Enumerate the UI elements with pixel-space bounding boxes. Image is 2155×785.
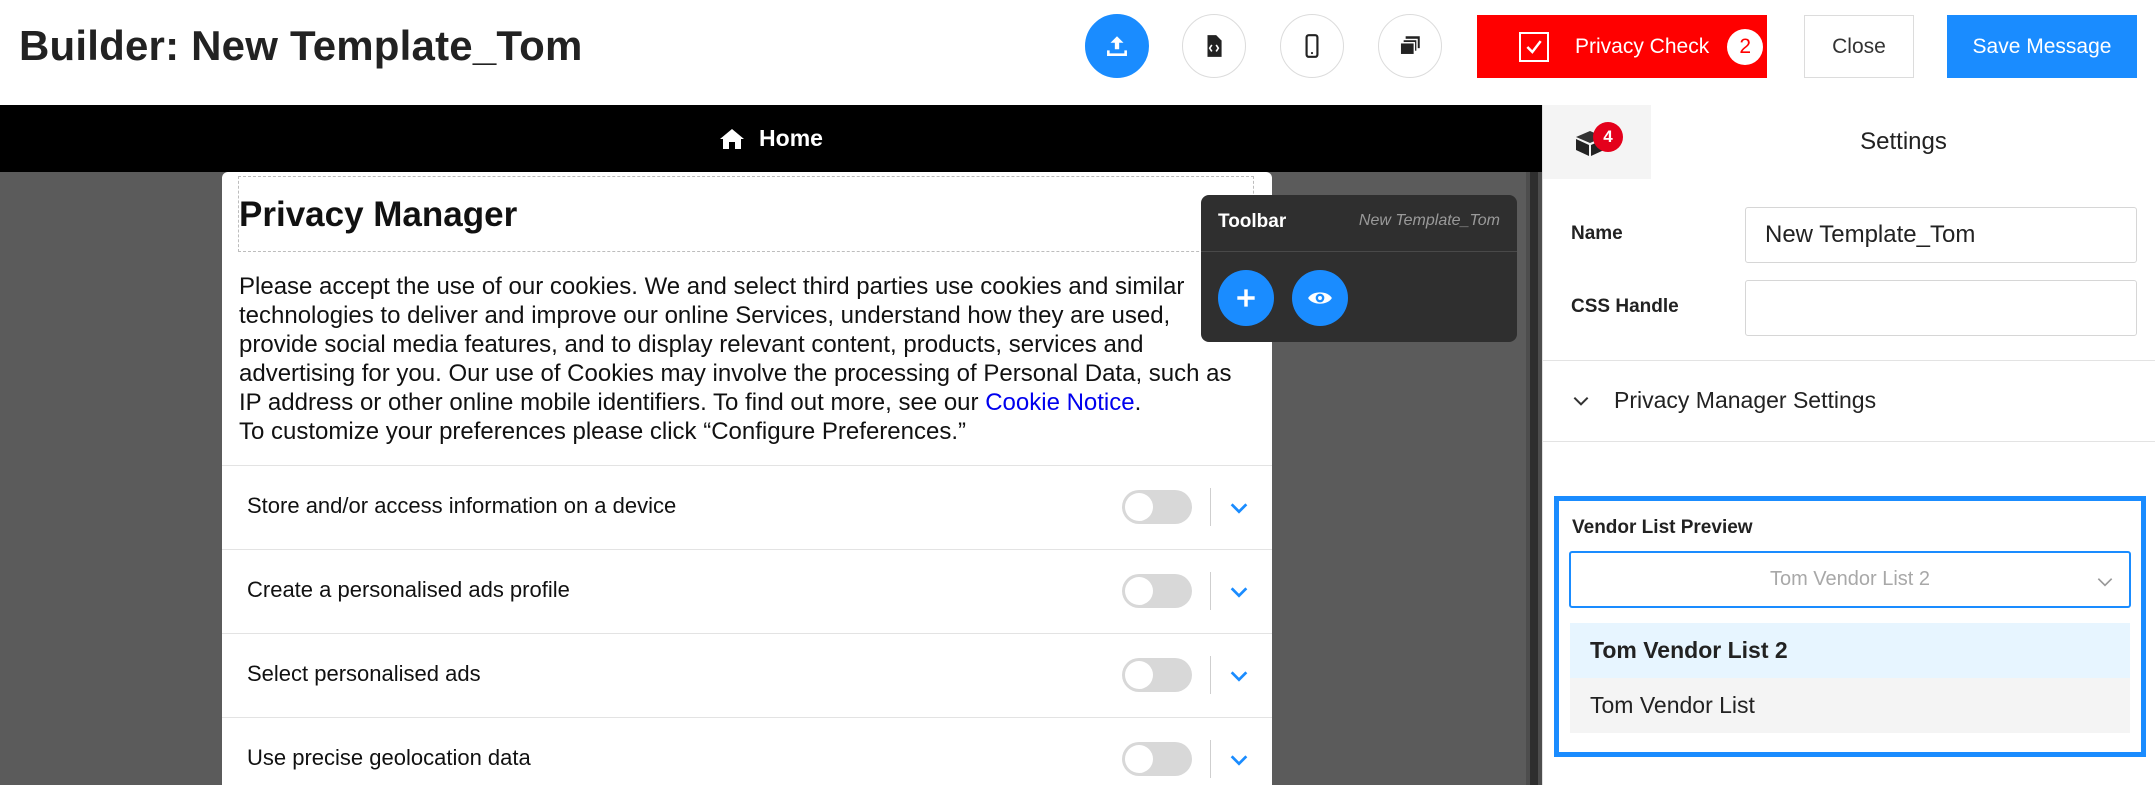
purpose-label: Select personalised ads <box>247 661 481 686</box>
purpose-toggle[interactable] <box>1122 490 1192 524</box>
home-nav-label: Home <box>759 125 823 151</box>
home-icon <box>720 128 745 149</box>
vendor-list-preview-section: Vendor List Preview Tom Vendor List 2 To… <box>1554 496 2146 757</box>
code-file-icon <box>1207 35 1222 57</box>
body-line: To customize your preferences please cli… <box>239 418 966 445</box>
privacy-check-label: Privacy Check <box>1575 34 1710 58</box>
mobile-preview-button[interactable] <box>1280 14 1344 78</box>
checkbox-icon <box>1519 31 1549 62</box>
body-line-text: . <box>1134 389 1142 416</box>
components-count-badge: 4 <box>1593 122 1623 152</box>
close-button[interactable]: Close <box>1804 15 1914 78</box>
css-handle-input[interactable] <box>1745 280 2137 336</box>
preview-toggle-button[interactable] <box>1292 270 1348 326</box>
chevron-down-icon[interactable] <box>1228 497 1250 519</box>
layers-icon <box>1399 36 1420 56</box>
chevron-down-icon[interactable] <box>1228 665 1250 687</box>
vendor-option[interactable]: Tom Vendor List 2 <box>1570 623 2130 678</box>
body-line: provide social media features, and to di… <box>239 331 1144 358</box>
vendor-list-selected-value: Tom Vendor List 2 <box>1769 568 1931 590</box>
purpose-row: Use precise geolocation data <box>222 717 1272 785</box>
eye-icon <box>1308 292 1332 304</box>
canvas-scrollbar-thumb[interactable] <box>1530 172 1538 785</box>
floating-toolbar: Toolbar New Template_Tom <box>1201 195 1517 342</box>
purpose-label: Create a personalised ads profile <box>247 577 570 602</box>
purpose-row: Select personalised ads <box>222 633 1272 717</box>
toolbar-title: Toolbar <box>1218 211 1287 232</box>
tab-settings[interactable]: Settings <box>1651 105 2155 179</box>
add-element-button[interactable] <box>1218 270 1274 326</box>
purpose-toggle[interactable] <box>1122 742 1192 776</box>
plus-icon <box>1237 289 1255 307</box>
purpose-label: Use precise geolocation data <box>247 745 531 770</box>
body-line: advertising for you. Our use of Cookies … <box>239 360 1232 387</box>
privacy-manager-body[interactable]: Please accept the use of our cookies. We… <box>239 272 1259 446</box>
toolbar-subtitle: New Template_Tom <box>1358 212 1500 229</box>
body-line: Please accept the use of our cookies. We… <box>239 273 1185 300</box>
privacy-manager-settings-accordion[interactable]: Privacy Manager Settings <box>1614 387 1876 414</box>
upload-icon <box>1107 36 1127 56</box>
privacy-check-button[interactable]: Privacy Check 2 <box>1477 15 1767 78</box>
code-view-button[interactable] <box>1182 14 1246 78</box>
body-line: IP address or other online mobile identi… <box>239 388 1259 417</box>
chevron-down-icon[interactable] <box>1228 581 1250 603</box>
purpose-toggle[interactable] <box>1122 658 1192 692</box>
chevron-down-icon[interactable] <box>1571 391 1591 411</box>
vendor-list-select[interactable]: Tom Vendor List 2 <box>1569 551 2131 608</box>
settings-panel: 4 Settings Name New Template_Tom CSS Han… <box>1542 105 2155 785</box>
title-block[interactable]: Privacy Manager <box>238 176 1254 252</box>
purpose-label: Store and/or access information on a dev… <box>247 493 677 518</box>
purpose-toggle[interactable] <box>1122 574 1192 608</box>
css-handle-label: CSS Handle <box>1571 296 1679 317</box>
purpose-row: Create a personalised ads profile <box>222 549 1272 633</box>
upload-button[interactable] <box>1085 14 1149 78</box>
cookie-notice-link[interactable]: Cookie Notice <box>985 389 1134 416</box>
save-message-button[interactable]: Save Message <box>1947 15 2137 78</box>
body-line: technologies to deliver and improve our … <box>239 302 1171 329</box>
top-header: Builder: New Template_Tom Privacy Check … <box>0 0 2155 105</box>
page-title: Builder: New Template_Tom <box>19 22 583 69</box>
name-label: Name <box>1571 223 1623 244</box>
purpose-row: Store and/or access information on a dev… <box>222 465 1272 549</box>
mobile-icon <box>1305 34 1319 58</box>
privacy-manager-card: Privacy Manager Please accept the use of… <box>222 172 1272 785</box>
body-line-text: IP address or other online mobile identi… <box>239 389 986 416</box>
vendor-list-label: Vendor List Preview <box>1572 517 1753 538</box>
name-input[interactable]: New Template_Tom <box>1745 207 2137 263</box>
privacy-check-count-badge: 2 <box>1727 28 1764 65</box>
home-nav-bar[interactable]: Home <box>0 105 1542 172</box>
layers-button[interactable] <box>1378 14 1442 78</box>
privacy-manager-title: Privacy Manager <box>239 195 518 234</box>
vendor-option[interactable]: Tom Vendor List <box>1570 678 2130 733</box>
chevron-down-icon <box>2097 578 2113 587</box>
components-tab[interactable]: 4 <box>1543 105 1651 179</box>
chevron-down-icon[interactable] <box>1228 749 1250 771</box>
